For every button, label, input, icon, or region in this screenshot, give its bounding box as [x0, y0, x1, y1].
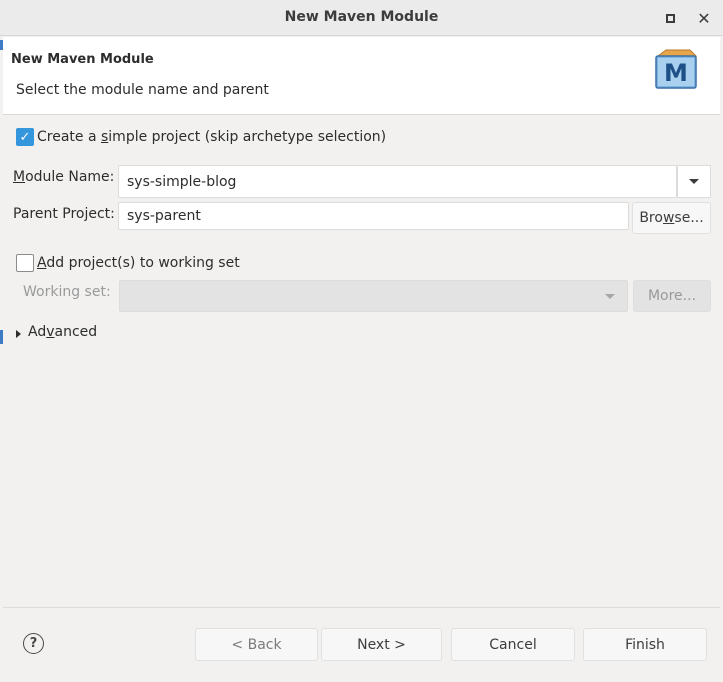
back-button[interactable]: < Back: [195, 628, 318, 661]
footer-divider: [3, 607, 720, 608]
checkmark-icon: ✓: [19, 129, 31, 145]
browse-button[interactable]: Browse...: [632, 202, 711, 234]
help-icon: ?: [29, 636, 38, 651]
cancel-button[interactable]: Cancel: [451, 628, 575, 661]
maximize-icon: [665, 13, 675, 23]
module-name-dropdown-button[interactable]: [677, 165, 711, 198]
advanced-label: Advanced: [28, 324, 98, 340]
module-name-input[interactable]: sys-simple-blog: [118, 165, 677, 198]
logo-letter: M: [664, 59, 688, 87]
simple-project-row: ✓ Create a simple project (skip archetyp…: [16, 128, 386, 146]
finish-button[interactable]: Finish: [583, 628, 707, 661]
working-set-combo[interactable]: [119, 280, 628, 312]
maximize-button[interactable]: [659, 7, 681, 29]
page-description: Select the module name and parent: [16, 82, 269, 98]
module-name-label: Module Name:: [13, 169, 115, 185]
next-button[interactable]: Next >: [321, 628, 442, 661]
new-maven-module-dialog: New Maven Module ✕ New Maven Module Sele…: [0, 0, 723, 682]
parent-project-label: Parent Project:: [13, 206, 115, 222]
working-set-checkbox-label[interactable]: Add project(s) to working set: [37, 255, 240, 271]
parent-project-input[interactable]: sys-parent: [118, 202, 629, 230]
close-icon: ✕: [697, 8, 711, 28]
expand-arrow-icon: [16, 330, 21, 338]
maven-logo-icon: M: [655, 49, 698, 89]
close-button[interactable]: ✕: [693, 7, 715, 29]
advanced-section-toggle[interactable]: Advanced: [16, 324, 97, 340]
page-title: New Maven Module: [11, 52, 154, 67]
chevron-down-icon: [689, 179, 699, 184]
working-set-label: Working set:: [23, 284, 111, 300]
working-set-row: Add project(s) to working set: [16, 254, 240, 272]
more-button[interactable]: More...: [633, 280, 711, 312]
wizard-header: New Maven Module Select the module name …: [3, 37, 720, 115]
background-edge: [0, 330, 3, 344]
simple-project-checkbox[interactable]: ✓: [16, 128, 34, 146]
working-set-checkbox[interactable]: [16, 254, 34, 272]
window-title: New Maven Module: [284, 9, 439, 25]
chevron-down-icon: [605, 294, 615, 299]
title-bar: New Maven Module ✕: [0, 0, 723, 36]
help-button[interactable]: ?: [23, 633, 44, 654]
simple-project-label[interactable]: Create a simple project (skip archetype …: [37, 129, 386, 145]
